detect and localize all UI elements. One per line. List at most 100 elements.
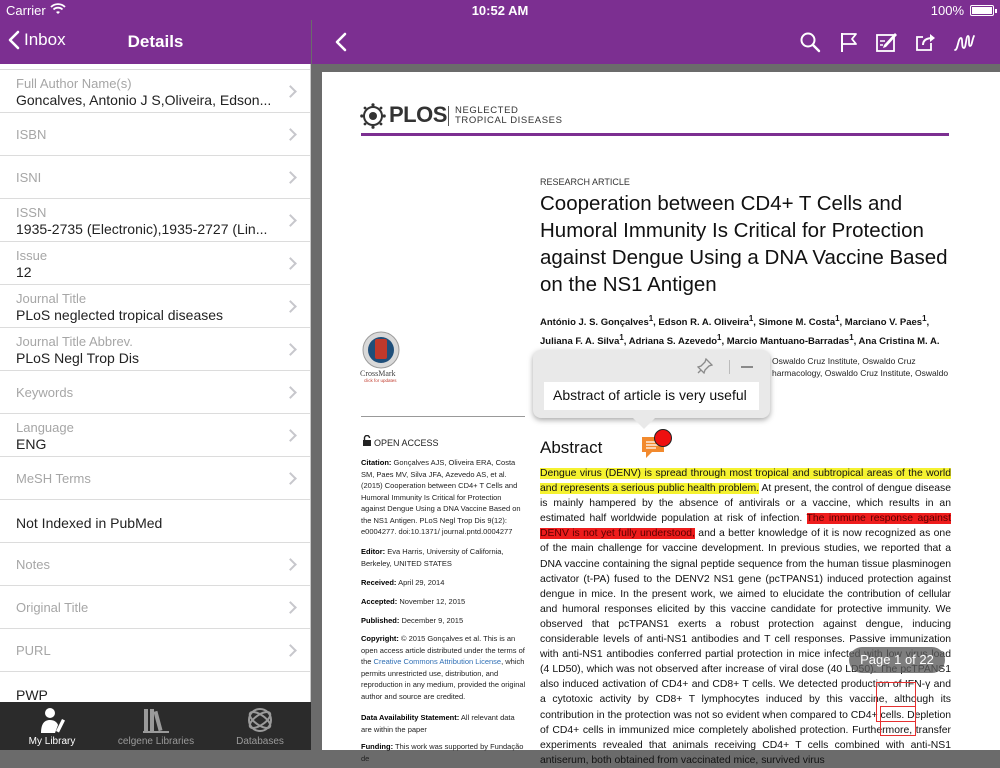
row-value: 1935-2735 (Electronic),1935-2727 (Lin... bbox=[16, 221, 268, 237]
detail-row-isbn[interactable]: ISBN bbox=[0, 113, 310, 156]
battery-percent: 100% bbox=[930, 3, 964, 18]
my-library-icon bbox=[41, 708, 65, 733]
accepted-block: Accepted: November 12, 2015 bbox=[361, 596, 527, 608]
popup-divider bbox=[729, 360, 730, 374]
row-label: ISSN bbox=[16, 205, 47, 220]
plos-logo-icon bbox=[360, 103, 386, 129]
crossmark-badge[interactable]: CrossMark click for updates bbox=[360, 330, 404, 386]
detail-row-journal-title[interactable]: Journal Title PLoS neglected tropical di… bbox=[0, 285, 310, 328]
battery-icon bbox=[970, 5, 997, 16]
chevron-right-icon bbox=[284, 429, 297, 442]
clock: 10:52 AM bbox=[471, 3, 529, 18]
back-chevron-icon[interactable] bbox=[330, 30, 354, 54]
detail-row-journal-abbrev[interactable]: Journal Title Abbrev. PLoS Negl Trop Dis bbox=[0, 328, 310, 371]
page-indicator: Page 1 of 22 bbox=[849, 647, 945, 673]
tab-databases[interactable]: Databases bbox=[208, 702, 312, 750]
row-value: ENG bbox=[16, 436, 47, 452]
editor-block: Editor: Eva Harris, University of Califo… bbox=[361, 546, 527, 569]
published-block: Published: December 9, 2015 bbox=[361, 615, 527, 627]
data-availability-block: Data Availability Statement: All relevan… bbox=[361, 712, 527, 735]
row-label: Full Author Name(s) bbox=[16, 76, 132, 91]
note-text[interactable]: Abstract of article is very useful bbox=[544, 382, 759, 410]
tab-bar: My Library celgene Libraries Databases bbox=[0, 702, 311, 750]
sidebar-rule bbox=[361, 416, 525, 417]
flag-icon[interactable] bbox=[837, 30, 861, 54]
row-label: Language bbox=[16, 420, 74, 435]
article-type: RESEARCH ARTICLE bbox=[540, 177, 630, 187]
share-icon[interactable] bbox=[914, 30, 938, 54]
signature-icon[interactable] bbox=[953, 30, 977, 54]
tab-label: Databases bbox=[236, 736, 284, 747]
license-link[interactable]: Creative Commons Attribution License bbox=[374, 657, 502, 666]
journal-subtitle: NEGLECTED TROPICAL DISEASES bbox=[455, 106, 563, 126]
detail-row-mesh[interactable]: MeSH Terms bbox=[0, 457, 310, 500]
row-label: Original Title bbox=[16, 600, 89, 615]
row-label: Journal Title Abbrev. bbox=[16, 334, 133, 349]
detail-row-pubmed: Not Indexed in PubMed bbox=[0, 500, 310, 543]
citation-label: Citation: bbox=[361, 458, 392, 467]
chevron-right-icon bbox=[284, 214, 297, 227]
chevron-right-icon bbox=[284, 343, 297, 356]
search-icon[interactable] bbox=[798, 30, 822, 54]
copyright-label: Copyright: bbox=[361, 634, 399, 643]
minimize-icon[interactable] bbox=[741, 366, 753, 368]
tab-my-library[interactable]: My Library bbox=[0, 702, 104, 750]
header-rule bbox=[361, 133, 949, 136]
abstract-heading: Abstract bbox=[540, 438, 603, 457]
citation-text: Gonçalves AJS, Oliveira ERA, Costa SM, P… bbox=[361, 458, 521, 536]
affiliation-line: harmacology, Oswaldo Cruz Institute, Osw… bbox=[772, 368, 949, 378]
reader-toolbar bbox=[312, 20, 1000, 64]
detail-row-keywords[interactable]: Keywords bbox=[0, 371, 310, 414]
data-availability-label: Data Availability Statement: bbox=[361, 713, 460, 722]
affiliation-line: Oswaldo Cruz Institute, Oswaldo Cruz bbox=[772, 356, 916, 366]
detail-row-notes[interactable]: Notes bbox=[0, 543, 310, 586]
detail-row-issn[interactable]: ISSN 1935-2735 (Electronic),1935-2727 (L… bbox=[0, 199, 310, 242]
chevron-right-icon bbox=[284, 128, 297, 141]
row-label: Keywords bbox=[16, 385, 74, 400]
crossmark-sublabel: click for updates bbox=[364, 378, 397, 383]
status-bar: Carrier 10:52 AM 100% bbox=[0, 0, 1000, 20]
detail-row-original-title[interactable]: Original Title bbox=[0, 586, 310, 629]
editor-label: Editor: bbox=[361, 547, 386, 556]
selection-box[interactable] bbox=[880, 706, 916, 736]
row-value: PLoS Negl Trop Dis bbox=[16, 350, 139, 366]
open-access-label: OPEN ACCESS bbox=[374, 438, 439, 448]
libraries-icon bbox=[143, 709, 169, 733]
tab-celgene-libraries[interactable]: celgene Libraries bbox=[104, 702, 208, 750]
detail-row-isni[interactable]: ISNI bbox=[0, 156, 310, 199]
received-text: April 29, 2014 bbox=[398, 578, 445, 587]
tab-label: My Library bbox=[28, 736, 76, 747]
row-label: MeSH Terms bbox=[16, 471, 91, 486]
detail-row-language[interactable]: Language ENG bbox=[0, 414, 310, 457]
details-title: Details bbox=[127, 32, 184, 51]
crossmark-label: CrossMark bbox=[360, 369, 396, 378]
published-text: December 9, 2015 bbox=[401, 616, 464, 625]
journal-sub-line: TROPICAL DISEASES bbox=[455, 115, 563, 126]
red-marker-dot[interactable] bbox=[654, 429, 672, 447]
chevron-right-icon bbox=[284, 558, 297, 571]
details-list[interactable]: Full Author Name(s) Goncalves, Antonio J… bbox=[0, 64, 311, 702]
article-title: Cooperation between CD4+ T Cells and Hum… bbox=[540, 192, 948, 296]
detail-row-issue[interactable]: Issue 12 bbox=[0, 242, 310, 285]
row-value: PWP bbox=[16, 687, 48, 702]
open-access-lock-icon bbox=[363, 435, 371, 446]
citation-block: Citation: Gonçalves AJS, Oliveira ERA, C… bbox=[361, 457, 527, 538]
detail-row-pwp[interactable]: PWP bbox=[0, 672, 310, 702]
row-label: Issue bbox=[16, 248, 48, 263]
note-popup: Abstract of article is very useful bbox=[533, 350, 770, 429]
detail-row-purl[interactable]: PURL bbox=[0, 629, 310, 672]
row-label: Notes bbox=[16, 557, 50, 572]
edit-note-icon[interactable] bbox=[875, 30, 899, 54]
tab-label: celgene Libraries bbox=[117, 736, 195, 747]
journal-name: PLOS bbox=[389, 102, 447, 127]
row-value: PLoS neglected tropical diseases bbox=[16, 307, 224, 323]
detail-row-author[interactable]: Full Author Name(s) Goncalves, Antonio J… bbox=[0, 70, 310, 113]
row-label: Journal Title bbox=[16, 291, 87, 306]
received-block: Received: April 29, 2014 bbox=[361, 577, 527, 589]
chevron-right-icon bbox=[284, 386, 297, 399]
pin-icon[interactable] bbox=[697, 358, 713, 374]
row-label: ISNI bbox=[16, 170, 42, 185]
copyright-block: Copyright: © 2015 Gonçalves et al. This … bbox=[361, 633, 527, 702]
accepted-text: November 12, 2015 bbox=[399, 597, 466, 606]
row-label: ISBN bbox=[16, 127, 47, 142]
